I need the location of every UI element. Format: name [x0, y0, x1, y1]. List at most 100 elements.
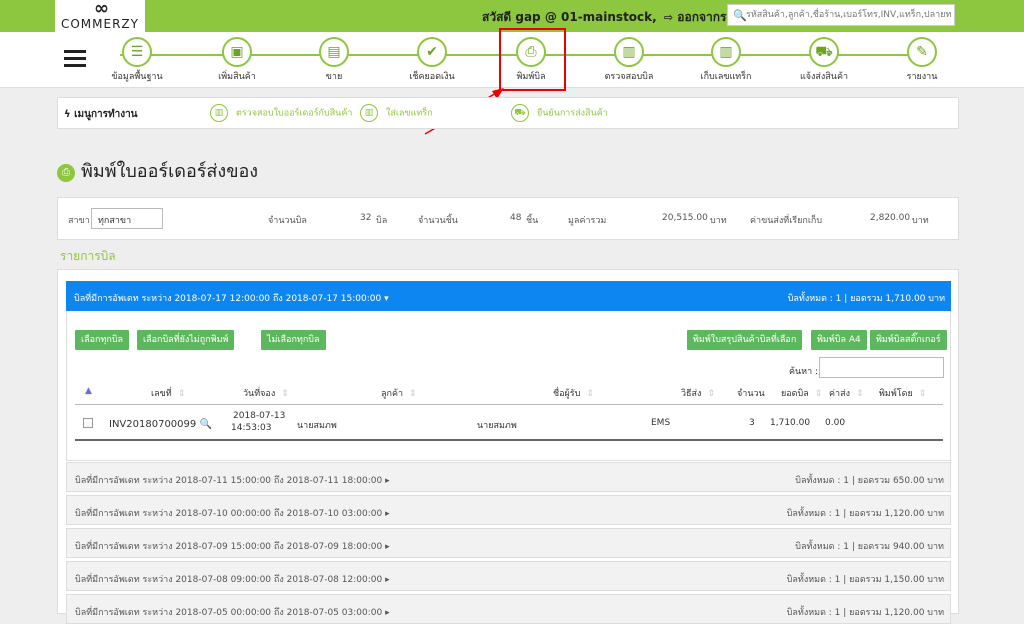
- hamburger-menu-icon[interactable]: [64, 50, 86, 68]
- work-menu-title: ϟ เมนูการทำงาน: [64, 107, 138, 122]
- table-search-input[interactable]: [819, 357, 944, 378]
- sort-icon: ⇕: [918, 389, 927, 399]
- sort-asc-icon[interactable]: ▲: [85, 386, 92, 396]
- column-amount[interactable]: ยอดบิล ⇕: [781, 386, 822, 400]
- column-label: ค่าส่ง: [829, 389, 850, 399]
- row-time: 14:53:03: [231, 423, 272, 433]
- group-range: บิลที่มีการอัพเดท ระหว่าง 2018-07-05 00:…: [75, 605, 390, 619]
- print-sticker-button[interactable]: พิมพ์บิลสติ๊กเกอร์: [870, 330, 947, 350]
- logo-text: COMMERZY: [60, 17, 139, 31]
- nav-label: เพิ่มสินค้า: [218, 72, 256, 82]
- quick-link-check-order[interactable]: ▥ ตรวจสอบใบออร์เดอร์กับสินค้า: [210, 104, 352, 122]
- column-date[interactable]: วันที่จอง ⇕: [243, 386, 289, 400]
- bill-group-header[interactable]: บิลที่มีการอัพเดท ระหว่าง 2018-07-08 09:…: [66, 561, 951, 591]
- caret-right-icon: ▸: [385, 542, 390, 552]
- lightning-icon: ϟ: [64, 109, 71, 120]
- section-title-bill-list: รายการบิล: [60, 249, 116, 263]
- quick-link-label: ตรวจสอบใบออร์เดอร์กับสินค้า: [236, 108, 353, 119]
- bill-group-header-active[interactable]: บิลที่มีการอัพเดท ระหว่าง 2018-07-17 12:…: [66, 281, 951, 311]
- search-icon[interactable]: 🔍: [733, 9, 747, 22]
- global-search-input[interactable]: [746, 7, 951, 23]
- print-summary-button[interactable]: พิมพ์ใบสรุปสินค้าบิลที่เลือก: [687, 330, 803, 350]
- column-method[interactable]: วิธีส่ง ⇕: [681, 386, 715, 400]
- nav-label: ตรวจสอบบิล: [604, 72, 654, 82]
- column-receiver[interactable]: ชื่อผู้รับ ⇕: [553, 386, 594, 400]
- nav-item-basic-data[interactable]: ☰ ข้อมูลพื้นฐาน: [95, 37, 179, 83]
- caret-right-icon: ▸: [385, 509, 390, 519]
- barcode-scan-icon: ▥: [210, 104, 228, 122]
- bill-group-header[interactable]: บิลที่มีการอัพเดท ระหว่าง 2018-07-09 15:…: [66, 528, 951, 558]
- database-icon: ☰: [122, 37, 152, 67]
- nav-item-verify-bill[interactable]: ▥ ตรวจสอบบิล: [587, 37, 671, 83]
- group-range-text: บิลที่มีการอัพเดท ระหว่าง 2018-07-11 15:…: [75, 476, 383, 486]
- bill-group-header[interactable]: บิลที่มีการอัพเดท ระหว่าง 2018-07-11 15:…: [66, 462, 951, 492]
- nav-item-add-product[interactable]: ▣ เพิ่มสินค้า: [195, 37, 279, 83]
- row-date: 2018-07-13: [233, 411, 286, 421]
- column-customer[interactable]: ลูกค้า ⇕: [381, 386, 417, 400]
- group-range-text: บิลที่มีการอัพเดท ระหว่าง 2018-07-17 12:…: [74, 294, 382, 304]
- select-all-button[interactable]: เลือกทุกบิล: [75, 330, 130, 350]
- bill-count-label: จำนวนบิล: [268, 216, 307, 226]
- column-qty[interactable]: จำนวน: [737, 386, 765, 400]
- caret-right-icon: ▸: [385, 476, 390, 486]
- column-shipping[interactable]: ค่าส่ง ⇕: [829, 386, 864, 400]
- group-range-text: บิลที่มีการอัพเดท ระหว่าง 2018-07-10 00:…: [75, 509, 383, 519]
- item-count-unit: ชิ้น: [526, 216, 539, 226]
- item-count-value: 48: [510, 213, 522, 223]
- sort-icon: ⇕: [814, 389, 823, 399]
- branch-select[interactable]: ทุกสาขา: [91, 208, 163, 229]
- column-label: ชื่อผู้รับ: [553, 389, 581, 399]
- nav-label: รายงาน: [906, 72, 938, 82]
- row-amount: 1,710.00: [770, 418, 811, 428]
- group-range: บิลที่มีการอัพเดท ระหว่าง 2018-07-17 12:…: [74, 291, 389, 305]
- sort-icon: ⇕: [409, 389, 417, 399]
- logo[interactable]: ∞ COMMERZY: [55, 0, 145, 32]
- nav-item-sell[interactable]: ▤ ขาย: [292, 37, 376, 83]
- column-invoice[interactable]: เลขที่ ⇕: [151, 386, 185, 400]
- column-printed-by[interactable]: พิมพ์โดย ⇕: [879, 386, 926, 400]
- sort-icon: ⇕: [586, 389, 594, 399]
- printer-icon: ⎙: [57, 164, 75, 182]
- total-value-label: มูลค่ารวม: [568, 216, 607, 226]
- bill-group-body: เลือกทุกบิล เลือกบิลที่ยังไม่ถูกพิมพ์ ไม…: [66, 311, 951, 461]
- deselect-all-button[interactable]: ไม่เลือกทุกบิล: [261, 330, 326, 350]
- barcode-scan-icon: ▥: [360, 104, 378, 122]
- sort-icon: ⇕: [177, 389, 186, 399]
- quick-link-tracking[interactable]: ▥ ใส่เลขแทร็ก: [360, 104, 433, 122]
- summary-panel: สาขา ทุกสาขา จำนวนบิล 32 บิล จำนวนชิ้น 4…: [57, 197, 959, 240]
- table-search-label: ค้นหา :: [789, 367, 819, 377]
- column-label: เลขที่: [151, 389, 172, 399]
- group-summary: บิลทั้งหมด : 1 | ยอดรวม 1,150.00 บาท: [786, 575, 944, 585]
- column-label: จำนวน: [737, 389, 765, 399]
- quick-link-label: ใส่เลขแทร็ก: [386, 108, 433, 119]
- search-icon[interactable]: 🔍: [199, 419, 211, 430]
- quick-link-confirm-shipping[interactable]: ⛟ ยืนยันการส่งสินค้า: [511, 104, 608, 122]
- work-menu-title-text: เมนูการทำงาน: [74, 109, 138, 120]
- group-summary: บิลทั้งหมด : 1 | ยอดรวม 1,120.00 บาท: [786, 608, 944, 618]
- group-range-text: บิลที่มีการอัพเดท ระหว่าง 2018-07-05 00:…: [75, 608, 383, 618]
- work-menu-panel: ϟ เมนูการทำงาน ▥ ตรวจสอบใบออร์เดอร์กับสิน…: [57, 97, 959, 129]
- nav-item-check-payment[interactable]: ✔ เช็คยอดเงิน: [390, 37, 474, 83]
- row-checkbox[interactable]: [83, 418, 93, 428]
- print-a4-button[interactable]: พิมพ์บิล A4: [811, 330, 867, 350]
- nav-label: แจ้งส่งสินค้า: [799, 72, 849, 82]
- nav-item-notify-shipping[interactable]: ⛟ แจ้งส่งสินค้า: [782, 37, 866, 83]
- nav-item-tracking[interactable]: ▥ เก็บเลขแทร็ก: [684, 37, 768, 83]
- logout-icon[interactable]: ⇨: [664, 11, 673, 24]
- nav-label: ข้อมูลพื้นฐาน: [111, 72, 163, 82]
- group-summary: บิลทั้งหมด : 1 | ยอดรวม 1,120.00 บาท: [786, 509, 944, 519]
- bill-group-header[interactable]: บิลที่มีการอัพเดท ระหว่าง 2018-07-05 00:…: [66, 594, 951, 624]
- nav-label: เช็คยอดเงิน: [409, 72, 455, 82]
- select-unprinted-button[interactable]: เลือกบิลที่ยังไม่ถูกพิมพ์: [137, 330, 235, 350]
- group-range-text: บิลที่มีการอัพเดท ระหว่าง 2018-07-09 15:…: [75, 542, 383, 552]
- invoice-text[interactable]: INV20180700099: [109, 419, 196, 430]
- caret-right-icon: ▸: [385, 608, 390, 618]
- barcode-scan-icon: ▥: [711, 37, 741, 67]
- shipping-fee-label: ค่าขนส่งที่เรียกเก็บ: [750, 216, 823, 226]
- bill-count-unit: บิล: [376, 216, 388, 226]
- bill-group-header[interactable]: บิลที่มีการอัพเดท ระหว่าง 2018-07-10 00:…: [66, 495, 951, 525]
- nav-item-report[interactable]: ✎ รายงาน: [880, 37, 964, 83]
- global-search: 🔍: [727, 4, 955, 26]
- sort-icon: ⇕: [855, 389, 864, 399]
- shipping-fee-unit: บาท: [912, 216, 929, 226]
